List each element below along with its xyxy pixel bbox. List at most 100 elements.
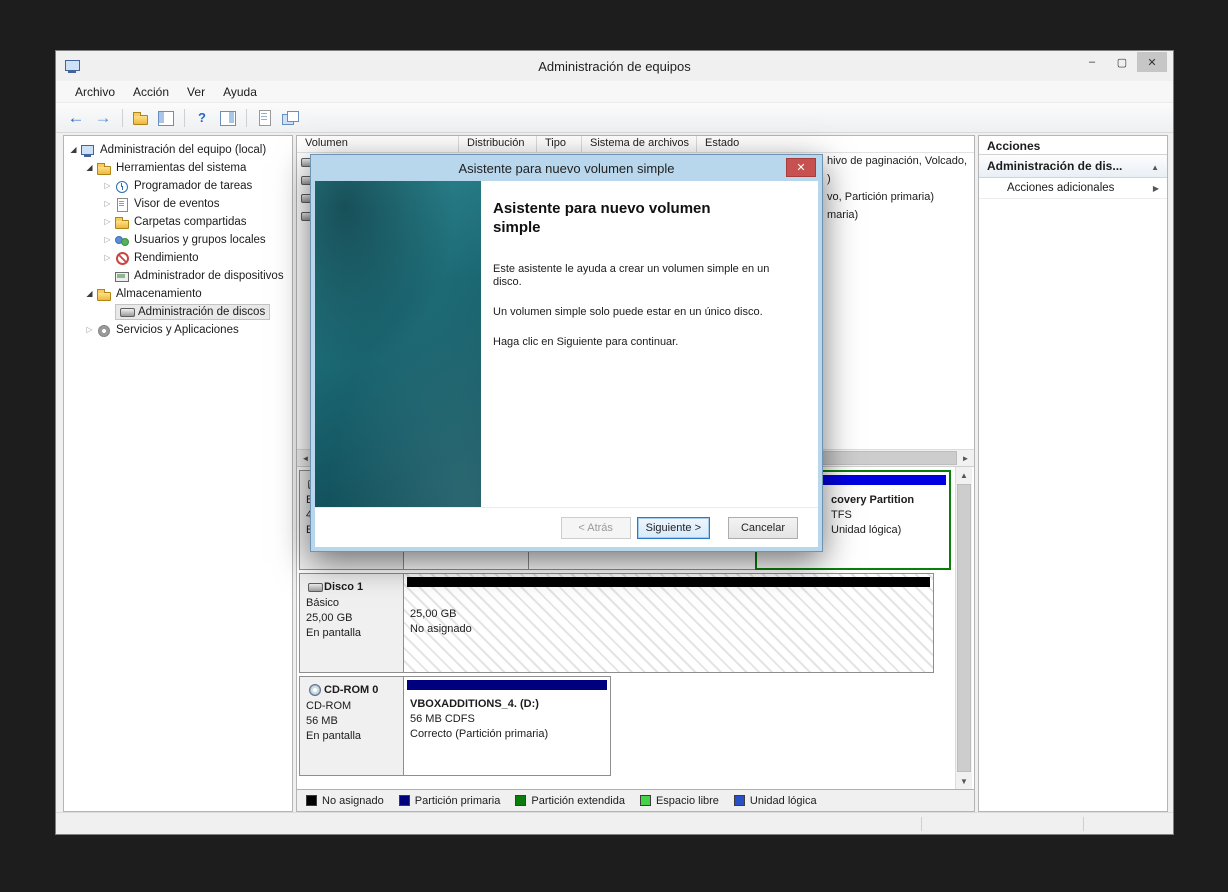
menu-archivo[interactable]: Archivo [66,83,124,101]
forward-icon[interactable]: → [93,108,113,128]
disk1-label[interactable]: Disco 1 Básico 25,00 GB En pantalla [299,573,404,673]
toolbar-separator [246,108,247,127]
cancel-button[interactable]: Cancelar [728,516,798,539]
services-icon [97,324,111,337]
menu-ver[interactable]: Ver [178,83,214,101]
menu-bar: Archivo Acción Ver Ayuda [56,81,1173,103]
tree-item-admin-dispositivos[interactable]: Administrador de dispositivos [64,267,292,285]
collapse-icon[interactable] [84,159,95,177]
scroll-right-icon[interactable] [957,450,974,466]
actions-item-adicionales[interactable]: Acciones adicionales [979,178,1167,199]
tree-item-carpetas-compartidas[interactable]: Carpetas compartidas [64,213,292,231]
action-pane-icon[interactable] [219,110,237,126]
volume-row-status-fragment: maria) [827,209,859,221]
console-tree: Administración del equipo (local) Herram… [63,135,293,812]
tree-item-rendimiento[interactable]: Rendimiento [64,249,292,267]
cdrom-row: CD-ROM 0 CD-ROM 56 MB En pantalla VBOXAD… [299,676,952,776]
performance-icon [115,251,129,265]
cdrom-label[interactable]: CD-ROM 0 CD-ROM 56 MB En pantalla [299,676,404,776]
scroll-down-icon[interactable] [956,773,972,789]
expand-icon[interactable] [84,321,95,339]
wizard-paragraph-1: Este asistente le ayuda a crear un volum… [493,263,770,288]
tree-item-admin-discos[interactable]: Administración de discos [64,303,292,321]
task-scheduler-icon [115,180,129,193]
legend-particion-extendida: Partición extendida [515,795,625,807]
statusbar-separator [1083,817,1084,831]
selected-tree-item: Administración de discos [115,304,271,320]
tree-item-visor-eventos[interactable]: Visor de eventos [64,195,292,213]
expand-icon[interactable] [102,213,113,231]
toolbar: ← → [56,103,1173,133]
disk1-unallocated-space[interactable]: 25,00 GB No asignado [403,573,934,673]
storage-icon [97,288,111,301]
cdrom-partition[interactable]: VBOXADDITIONS_4. (D:) 56 MB CDFS Correct… [403,676,611,776]
tree-item-equipo-local[interactable]: Administración del equipo (local) [64,141,292,159]
collapse-icon[interactable] [84,285,95,303]
wizard-paragraph-3: Haga clic en Siguiente para continuar. [493,336,679,348]
unallocated-band [407,577,930,587]
scroll-up-icon[interactable] [956,467,972,483]
export-list-icon[interactable] [256,109,274,126]
close-button[interactable]: ✕ [1137,52,1167,72]
disk-management-icon [120,305,135,318]
submenu-arrow-icon [1153,182,1159,194]
expand-icon[interactable] [102,177,113,195]
back-icon[interactable]: ← [66,108,86,128]
toolbar-separator [184,108,185,127]
system-tools-icon [97,162,111,175]
actions-pane: Acciones Administración de dis... Accion… [978,135,1168,812]
column-distribucion[interactable]: Distribución [459,136,537,152]
scrollbar-thumb[interactable] [957,484,971,772]
wizard-title-bar: Asistente para nuevo volumen simple ✕ [315,155,818,181]
collapse-icon[interactable] [68,141,79,159]
volume-row-status-fragment: vo, Partición primaria) [827,191,934,203]
cd-icon [308,683,322,696]
expand-icon[interactable] [102,231,113,249]
menu-ayuda[interactable]: Ayuda [214,83,266,101]
expand-icon[interactable] [102,195,113,213]
actions-group-disk-management[interactable]: Administración de dis... [979,155,1167,178]
collapse-chevron-icon[interactable] [1151,159,1159,173]
up-folder-icon[interactable] [132,110,150,126]
help-icon[interactable] [194,110,212,126]
wizard-title: Asistente para nuevo volumen simple [458,160,675,176]
primary-partition-band [407,680,607,690]
minimize-button[interactable]: – [1077,52,1107,72]
back-button[interactable]: < Atrás [560,516,631,539]
wizard-close-button[interactable]: ✕ [786,158,816,177]
title-bar: Administración de equipos – ▢ ✕ [56,51,1173,81]
tree-item-almacenamiento[interactable]: Almacenamiento [64,285,292,303]
expand-icon[interactable] [102,249,113,267]
disk-icon [308,580,323,593]
wizard-heading: Asistente para nuevo volumen simple [493,200,711,236]
status-bar [56,812,1173,834]
partition-legend: No asignado Partición primaria Partición… [297,789,974,811]
legend-no-asignado: No asignado [306,795,384,807]
maximize-button[interactable]: ▢ [1107,52,1137,72]
legend-particion-primaria: Partición primaria [398,795,500,807]
legend-swatch [515,795,527,806]
wizard-footer: < Atrás Siguiente > Cancelar [315,507,818,547]
column-estado[interactable]: Estado [697,136,974,152]
wizard-paragraph-2: Un volumen simple solo puede estar en un… [493,306,763,318]
vertical-scrollbar [955,467,972,789]
wizard-body: Asistente para nuevo volumen simple Este… [315,181,818,507]
window-controls: – ▢ ✕ [1077,52,1167,72]
wizard-banner-image [315,181,481,507]
column-volumen[interactable]: Volumen [297,136,459,152]
snapin-icon[interactable] [281,110,299,126]
next-button[interactable]: Siguiente > [636,516,710,539]
device-manager-icon [115,270,129,283]
column-sistema-archivos[interactable]: Sistema de archivos [582,136,697,152]
statusbar-separator [921,817,922,831]
tree-item-programador-tareas[interactable]: Programador de tareas [64,177,292,195]
console-tree-icon[interactable] [157,110,175,126]
menu-accion[interactable]: Acción [124,83,178,101]
event-viewer-icon [115,197,129,212]
tree-item-servicios-aplicaciones[interactable]: Servicios y Aplicaciones [64,321,292,339]
tree-item-herramientas[interactable]: Herramientas del sistema [64,159,292,177]
toolbar-separator [122,108,123,127]
column-tipo[interactable]: Tipo [537,136,582,152]
volume-row-status-fragment: hivo de paginación, Volcado, [827,155,968,167]
tree-item-usuarios-grupos[interactable]: Usuarios y grupos locales [64,231,292,249]
